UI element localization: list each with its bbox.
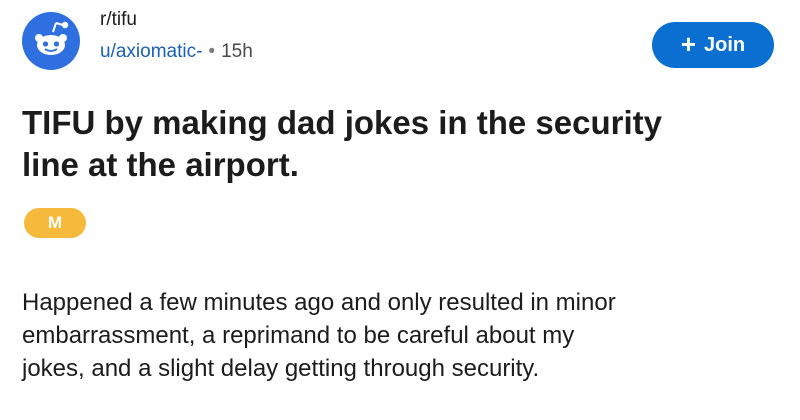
reddit-post: r/tifu u/axiomatic- • 15h + Join TIFU by m… [0,0,800,420]
plus-icon: + [680,29,697,59]
post-body-line: Happened a few minutes ago and only resu… [22,289,616,316]
reddit-snoo-icon [35,21,69,55]
byline: u/axiomatic- • 15h [100,40,253,64]
separator-dot: • [208,41,216,62]
post-title-line: TIFU by making dad jokes in the security [22,104,662,141]
post-header: r/tifu u/axiomatic- • 15h + Join [22,8,782,78]
subreddit-name[interactable]: r/tifu [100,8,253,32]
post-title[interactable]: TIFU by making dad jokes in the security… [22,102,782,186]
post-body: Happened a few minutes ago and only resu… [22,286,792,385]
join-button[interactable]: + Join [652,22,774,68]
post-meta: r/tifu u/axiomatic- • 15h [100,8,253,64]
post-body-line: jokes, and a slight delay getting throug… [22,355,540,382]
post-title-line: line at the airport. [22,146,299,183]
post-body-line: embarrassment, a reprimand to be careful… [22,322,575,349]
author-link[interactable]: u/axiomatic- [100,41,202,62]
post-age: 15h [221,41,253,62]
subreddit-avatar[interactable] [22,12,80,70]
post-flair[interactable]: M [24,208,86,238]
join-label: Join [704,33,746,56]
